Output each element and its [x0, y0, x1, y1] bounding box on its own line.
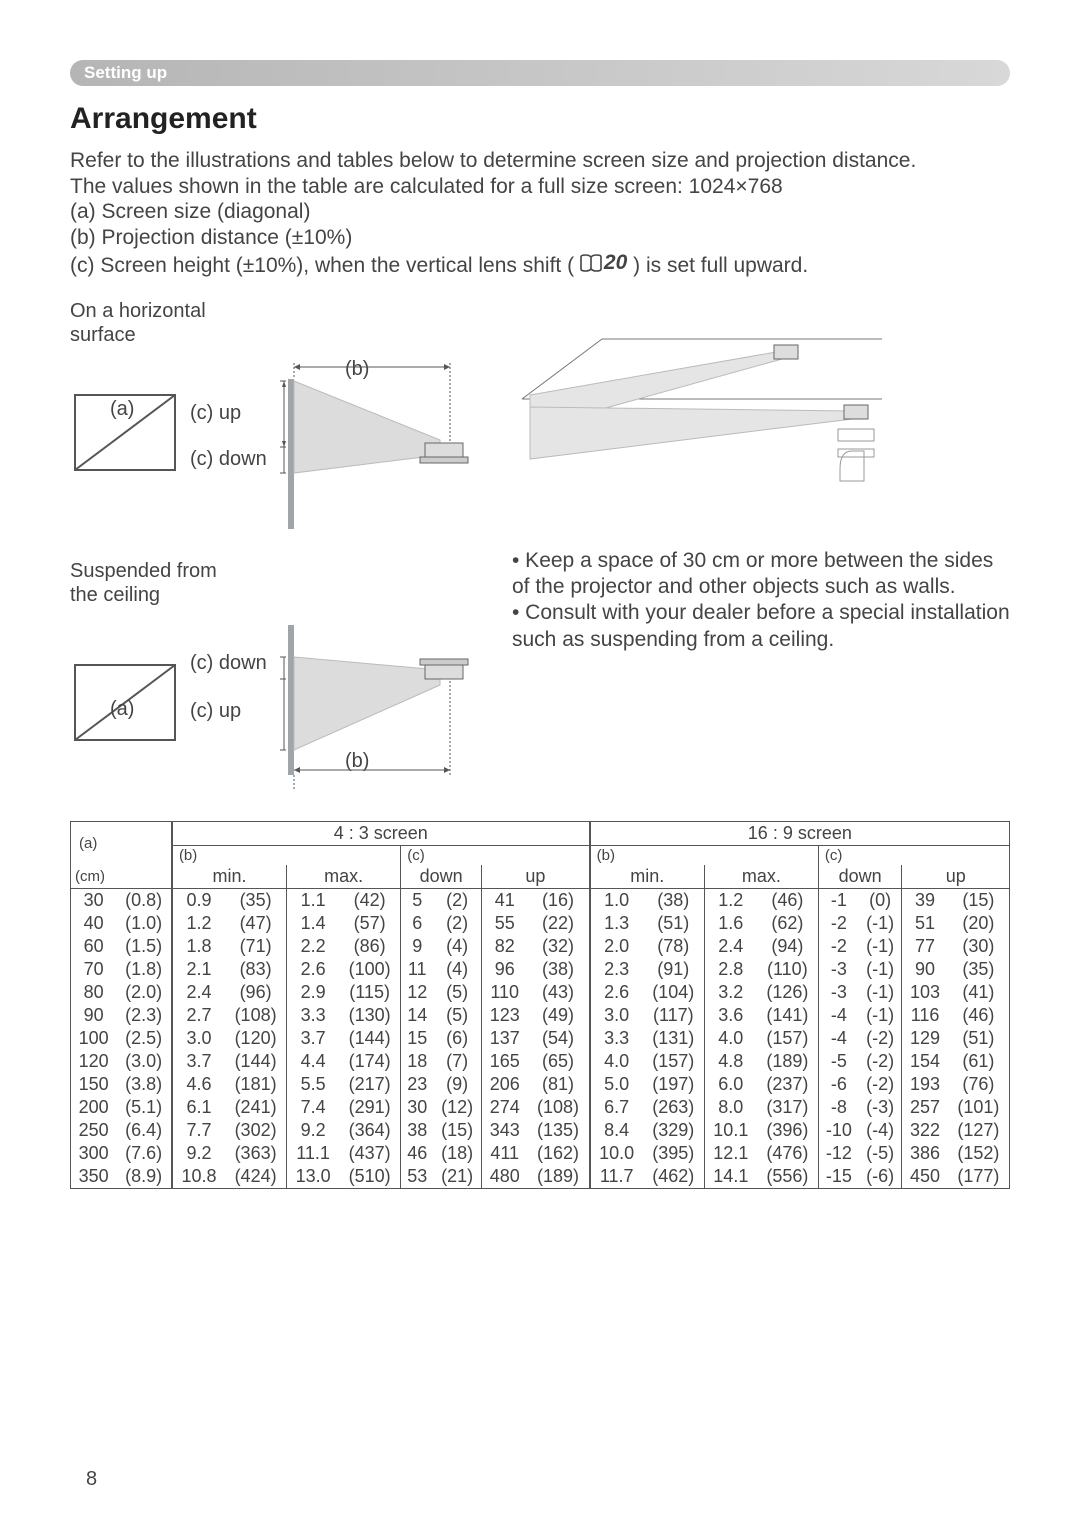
manual-reference-icon: 20: [580, 250, 627, 276]
diagram-suspended: (a) (c) down (c) up (b): [70, 615, 470, 795]
label-b: (b): [345, 358, 369, 380]
intro-c-pre: (c) Screen height (±10%), when the verti…: [70, 254, 574, 277]
table-hdr-a-1: (a): [73, 835, 169, 852]
table-sub-b-43: (b): [172, 845, 401, 865]
table-row: 30(0.8)0.9(35)1.1(42)5(2)41(16)1.0(38)1.…: [71, 888, 1010, 912]
page-number: 8: [86, 1468, 97, 1491]
table-sub-c-169: (c): [818, 845, 1009, 865]
label-c-down-2: (c) down: [190, 652, 267, 674]
label-a: (a): [110, 398, 134, 420]
label-c-up-2: (c) up: [190, 700, 241, 722]
intro-c: (c) Screen height (±10%), when the verti…: [70, 250, 1010, 278]
table-col-min-1: min.: [172, 865, 287, 889]
table-row: 150(3.8)4.6(181)5.5(217)23(9)206(81)5.0(…: [71, 1073, 1010, 1096]
table-sub-b-169: (b): [590, 845, 819, 865]
table-col-max-2: max.: [704, 865, 818, 889]
intro-a: (a) Screen size (diagonal): [70, 199, 1010, 225]
intro-text: Refer to the illustrations and tables be…: [70, 148, 1010, 279]
note-1: • Keep a space of 30 cm or more between …: [512, 548, 1010, 601]
diagram-room: [512, 299, 892, 519]
page-title: Arrangement: [70, 102, 1010, 136]
label-c-up: (c) up: [190, 402, 241, 424]
table-col-down-2: down: [818, 865, 902, 889]
notes: • Keep a space of 30 cm or more between …: [512, 548, 1010, 653]
intro-line1: Refer to the illustrations and tables be…: [70, 148, 1010, 174]
table-sub-c-43: (c): [401, 845, 590, 865]
label-b-2: (b): [345, 750, 369, 772]
table-col-max-1: max.: [287, 865, 401, 889]
table-hdr-43: 4 : 3 screen: [172, 821, 590, 845]
diagram-horizontal: (a) (c) up (c) down (b): [70, 355, 470, 535]
table-row: 350(8.9)10.8(424)13.0(510)53(21)480(189)…: [71, 1165, 1010, 1189]
table-row: 300(7.6)9.2(363)11.1(437)46(18)411(162)1…: [71, 1142, 1010, 1165]
table-row: 80(2.0)2.4(96)2.9(115)12(5)110(43)2.6(10…: [71, 981, 1010, 1004]
caption-horizontal: On a horizontal surface: [70, 299, 490, 347]
table-row: 100(2.5)3.0(120)3.7(144)15(6)137(54)3.3(…: [71, 1027, 1010, 1050]
manual-reference-number: 20: [604, 250, 627, 276]
label-c-down: (c) down: [190, 448, 267, 470]
table-row: 40(1.0)1.2(47)1.4(57)6(2)55(22)1.3(51)1.…: [71, 912, 1010, 935]
table-row: 70(1.8)2.1(83)2.6(100)11(4)96(38)2.3(91)…: [71, 958, 1010, 981]
note-2: • Consult with your dealer before a spec…: [512, 600, 1010, 653]
table-hdr-169: 16 : 9 screen: [590, 821, 1010, 845]
table-col-up-2: up: [902, 865, 1010, 889]
table-row: 60(1.5)1.8(71)2.2(86)9(4)82(32)2.0(78)2.…: [71, 935, 1010, 958]
table-col-up-1: up: [482, 865, 590, 889]
intro-b: (b) Projection distance (±10%): [70, 225, 1010, 251]
table-col-min-2: min.: [590, 865, 705, 889]
table-row: 250(6.4)7.7(302)9.2(364)38(15)343(135)8.…: [71, 1119, 1010, 1142]
projection-table: (a) 4 : 3 screen 16 : 9 screen (b) (c) (…: [70, 821, 1010, 1189]
caption-suspended: Suspended from the ceiling: [70, 559, 490, 607]
table-row: 200(5.1)6.1(241)7.4(291)30(12)274(108)6.…: [71, 1096, 1010, 1119]
table-col-down-1: down: [401, 865, 482, 889]
intro-c-post: ) is set full upward.: [633, 254, 808, 277]
label-a-2: (a): [110, 698, 134, 720]
table-row: 120(3.0)3.7(144)4.4(174)18(7)165(65)4.0(…: [71, 1050, 1010, 1073]
intro-line2: The values shown in the table are calcul…: [70, 174, 1010, 200]
table-hdr-a-2: (cm): [71, 865, 172, 889]
section-header: Setting up: [70, 60, 1010, 86]
table-row: 90(2.3)2.7(108)3.3(130)14(5)123(49)3.0(1…: [71, 1004, 1010, 1027]
